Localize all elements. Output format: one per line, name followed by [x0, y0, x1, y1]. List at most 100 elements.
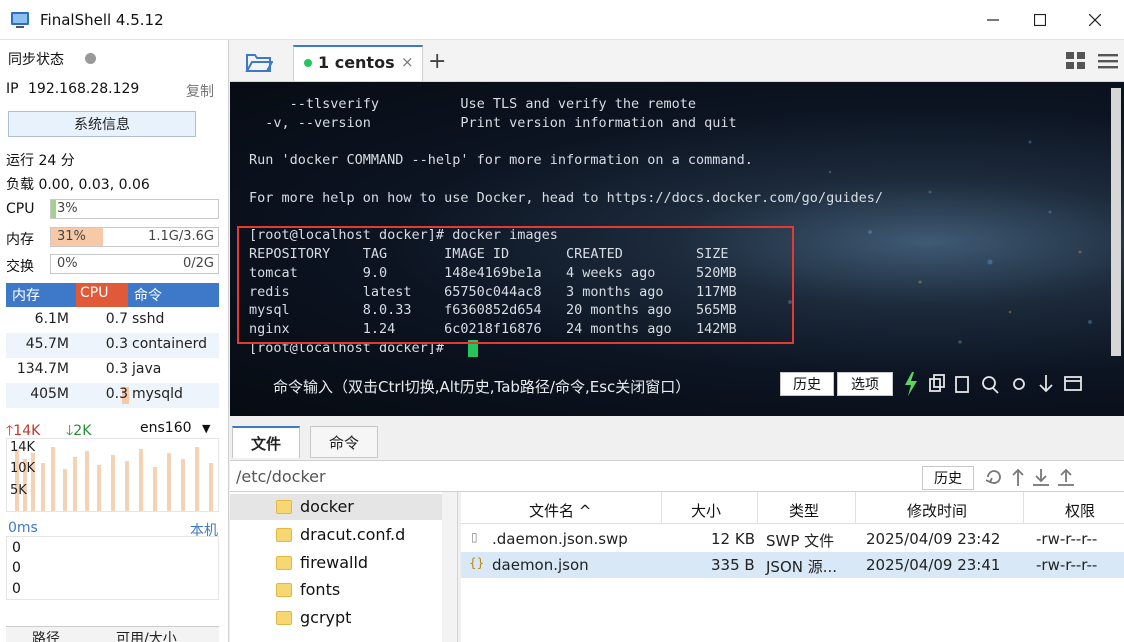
process-memory: 6.1M	[34, 311, 69, 327]
process-command: mysqld	[132, 386, 183, 402]
sync-status-label: 同步状态	[8, 52, 64, 68]
process-memory: 45.7M	[25, 336, 69, 352]
sync-status-dot-icon	[85, 53, 96, 64]
current-path[interactable]: /etc/docker	[236, 467, 326, 486]
window-title: FinalShell 4.5.12	[40, 11, 164, 29]
file-name: .daemon.json.swp	[492, 530, 628, 548]
column-mtime[interactable]: 修改时间	[907, 500, 967, 521]
process-table-header: 内存 CPU 命令	[6, 283, 219, 307]
paste-icon[interactable]	[955, 376, 969, 393]
swap-usage-bar: 0% 0/2G	[50, 254, 219, 274]
file-list-header: 文件名 ^ 大小 类型 修改时间 权限	[461, 492, 1124, 524]
path-history-button[interactable]: 历史	[922, 466, 974, 490]
tree-item-fonts[interactable]: fonts	[300, 580, 340, 599]
swap-detail: 0/2G	[183, 256, 214, 271]
cpu-bar-fill	[51, 200, 56, 218]
column-type[interactable]: 类型	[789, 500, 819, 521]
menu-icon[interactable]	[1098, 53, 1118, 69]
header-cpu[interactable]: CPU	[76, 283, 128, 307]
minimize-button[interactable]	[970, 0, 1016, 40]
process-memory: 134.7M	[16, 361, 69, 377]
process-command: sshd	[132, 311, 165, 327]
tree-item-firewalld[interactable]: firewalld	[300, 553, 368, 572]
terminal-line: Run 'docker COMMAND --help' for more inf…	[249, 152, 753, 168]
directory-tree: docker dracut.conf.d firewalld fonts gcr…	[230, 492, 458, 642]
upload-value: 14K	[13, 423, 41, 439]
tree-item-dracut[interactable]: dracut.conf.d	[300, 525, 405, 544]
memory-label: 内存	[6, 232, 34, 248]
command-input-hint[interactable]: 命令输入（双击Ctrl切换,Alt历史,Tab路径/命令,Esc关闭窗口）	[273, 376, 690, 397]
ping-tick: 0	[12, 560, 21, 576]
folder-icon	[276, 611, 292, 625]
terminal-toolbar-icons	[905, 372, 1082, 396]
graph-tick-5k: 5K	[10, 483, 27, 498]
folder-open-icon[interactable]	[245, 51, 273, 73]
history-button[interactable]: 历史	[780, 372, 834, 396]
header-command[interactable]: 命令	[134, 285, 162, 305]
network-traffic-graph	[6, 438, 219, 512]
search-icon[interactable]	[982, 376, 996, 390]
file-mtime: 2025/04/09 23:42	[866, 530, 1001, 548]
file-toolbar-icons	[985, 468, 1074, 486]
process-cpu: 0.3	[105, 361, 128, 377]
table-row[interactable]: 134.7M 0.3 java	[6, 358, 219, 383]
terminal-line: For more help on how to use Docker, head…	[249, 190, 883, 206]
tab-centos[interactable]: 1 centos ×	[293, 45, 423, 81]
file-list: 文件名 ^ 大小 类型 修改时间 权限 ▯ .daemon.json.swp 1…	[461, 492, 1124, 642]
file-type: JSON 源...	[766, 558, 838, 576]
folder-icon	[276, 500, 292, 514]
table-row[interactable]: 45.7M 0.3 containerd	[6, 333, 219, 358]
tab-files[interactable]: 文件	[232, 426, 300, 458]
lightning-icon[interactable]	[905, 372, 917, 396]
interface-name: ens160	[140, 420, 192, 436]
disk-table-header: 路径 可用/大小	[6, 626, 219, 642]
ping-latency: 0ms	[8, 520, 38, 536]
folder-icon	[276, 583, 292, 597]
header-memory[interactable]: 内存	[12, 285, 40, 305]
system-info-button[interactable]: 系统信息	[8, 111, 196, 137]
network-interface-select[interactable]: ens160 ▼	[140, 420, 210, 436]
options-button[interactable]: 选项	[837, 372, 893, 396]
maximize-button[interactable]	[1017, 0, 1063, 40]
file-size: 12 KB	[711, 530, 755, 548]
column-permissions[interactable]: 权限	[1065, 500, 1095, 521]
terminal-scrollbar[interactable]	[1111, 88, 1121, 356]
tab-close-icon[interactable]: ×	[401, 53, 414, 71]
table-row[interactable]: ▯ .daemon.json.swp 12 KB SWP 文件 2025/04/…	[461, 526, 1124, 552]
uptime-text: 运行 24 分	[6, 153, 75, 169]
table-row[interactable]: {} daemon.json 335 B JSON 源... 2025/04/0…	[461, 552, 1124, 578]
table-row[interactable]: 6.1M 0.7 sshd	[6, 308, 219, 333]
disk-size-header[interactable]: 可用/大小	[116, 628, 177, 642]
grid-layout-icon[interactable]	[1066, 52, 1086, 70]
window-icon[interactable]	[1064, 376, 1082, 391]
close-button[interactable]	[1072, 0, 1118, 40]
copy-icon[interactable]	[929, 378, 941, 392]
tree-scrollbar[interactable]	[442, 492, 457, 642]
new-tab-plus-icon[interactable]: +	[428, 49, 446, 74]
gear-icon[interactable]	[1013, 378, 1025, 390]
tab-commands[interactable]: 命令	[310, 426, 378, 458]
ping-tick: 0	[12, 581, 21, 597]
process-cpu: 0.3	[105, 386, 128, 402]
process-cpu: 0.3	[105, 336, 128, 352]
disk-path-header[interactable]: 路径	[32, 628, 60, 642]
file-icon: ▯	[471, 530, 478, 544]
terminal-line: -v, --version Print version information …	[249, 115, 737, 131]
file-permissions: -rw-r--r--	[1036, 556, 1098, 574]
file-mtime: 2025/04/09 23:41	[866, 556, 1001, 574]
copy-ip-link[interactable]: 复制	[186, 81, 214, 101]
title-bar: FinalShell 4.5.12	[0, 0, 1124, 40]
table-row[interactable]: 405M 0.3 mysqld	[6, 383, 219, 408]
tree-item-gcrypt[interactable]: gcrypt	[300, 608, 351, 627]
close-icon	[1089, 14, 1101, 26]
tree-item-docker[interactable]: docker	[300, 497, 354, 516]
graph-tick-10k: 10K	[10, 461, 36, 476]
minimize-icon	[987, 19, 999, 21]
column-name[interactable]: 文件名 ^	[529, 500, 591, 521]
app-logo-icon	[11, 12, 29, 28]
memory-percent: 31%	[57, 229, 86, 244]
ping-graph	[6, 536, 219, 600]
file-size: 335 B	[711, 556, 755, 574]
column-size[interactable]: 大小	[691, 500, 721, 521]
process-table: 6.1M 0.7 sshd 45.7M 0.3 containerd 134.7…	[6, 308, 219, 408]
